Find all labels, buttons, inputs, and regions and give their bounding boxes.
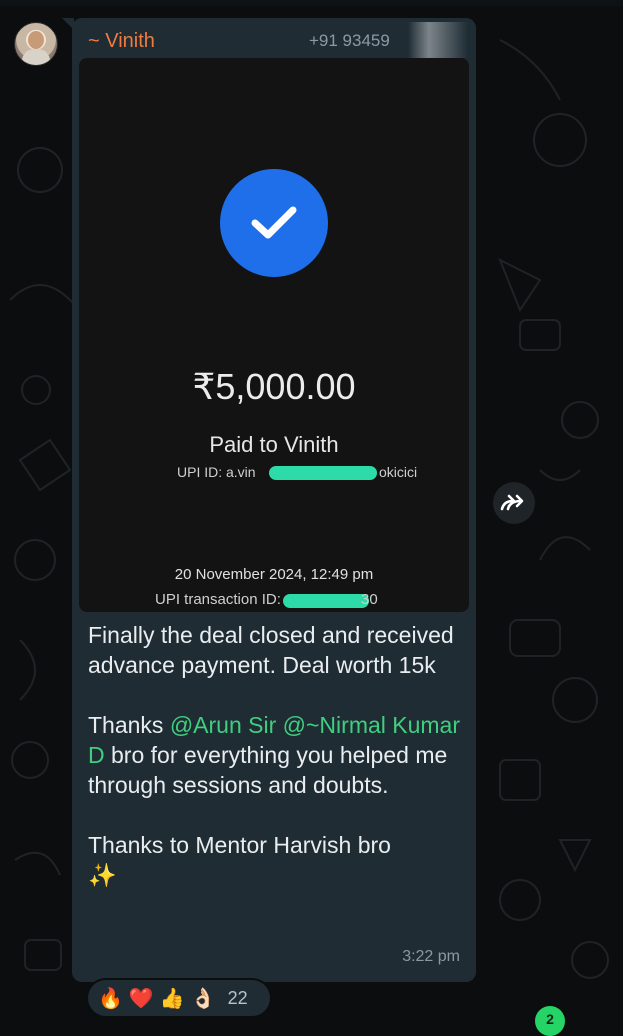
txn-suffix: 30 bbox=[361, 591, 378, 608]
payment-receipt-image[interactable]: ₹5,000.00 Paid to Vinith UPI ID: a.vin o… bbox=[79, 58, 469, 612]
txn-prefix: UPI transaction ID: bbox=[155, 591, 281, 608]
double-arrow-forward-icon bbox=[500, 494, 524, 511]
sender-avatar[interactable] bbox=[14, 22, 58, 66]
reaction-thumbs-up: 👍 bbox=[159, 987, 185, 1010]
check-circle-icon bbox=[220, 169, 328, 277]
reaction-ok-hand: 👌🏻 bbox=[190, 987, 216, 1010]
message-text: Finally the deal closed and received adv… bbox=[88, 620, 468, 890]
message-thanks: Thanks @Arun Sir @~Nirmal Kumar D bro fo… bbox=[88, 710, 468, 800]
sender-phone: +91 93459 bbox=[309, 31, 390, 50]
unread-badge[interactable]: 2 bbox=[535, 1006, 565, 1036]
reaction-count: 22 bbox=[227, 987, 248, 1008]
reaction-heart: ❤️ bbox=[128, 987, 154, 1010]
reactions-bar[interactable]: 🔥 ❤️ 👍 👌🏻 22 bbox=[86, 978, 272, 1018]
avatar-face bbox=[28, 31, 44, 49]
payment-datetime: 20 November 2024, 12:49 pm bbox=[174, 566, 374, 583]
upi-id-suffix: okicici bbox=[379, 464, 418, 480]
top-bar-edge bbox=[0, 0, 623, 6]
forward-button[interactable] bbox=[493, 482, 535, 524]
thanks-prefix: Thanks bbox=[88, 712, 170, 738]
upi-id-redaction bbox=[269, 466, 377, 480]
txn-redaction bbox=[283, 594, 369, 608]
paid-to: Paid to Vinith bbox=[209, 432, 339, 457]
mention-arun[interactable]: @Arun Sir bbox=[170, 712, 276, 738]
avatar-body bbox=[22, 49, 50, 65]
reaction-fire: 🔥 bbox=[98, 987, 123, 1010]
sparkles-emoji: ✨ bbox=[88, 862, 117, 888]
phone-redaction bbox=[408, 22, 468, 58]
message-time: 3:22 pm bbox=[402, 948, 460, 965]
message-line-1: Finally the deal closed and received adv… bbox=[88, 622, 454, 678]
thanks-suffix: bro for everything you helped me through… bbox=[88, 742, 448, 798]
message-bubble[interactable]: ~ Vinith +91 93459 ₹5,000.00 Paid to Vin… bbox=[72, 18, 476, 982]
payment-amount: ₹5,000.00 bbox=[192, 366, 356, 407]
upi-id-prefix: UPI ID: a.vin bbox=[177, 464, 256, 480]
message-line-3: Thanks to Mentor Harvish bro bbox=[88, 832, 391, 858]
sender-name[interactable]: ~ Vinith bbox=[88, 30, 155, 53]
upi-id: UPI ID: a.vin okicici bbox=[177, 464, 417, 480]
upi-transaction-id: UPI transaction ID: 30 bbox=[155, 591, 378, 608]
checkmark-icon bbox=[251, 206, 297, 239]
